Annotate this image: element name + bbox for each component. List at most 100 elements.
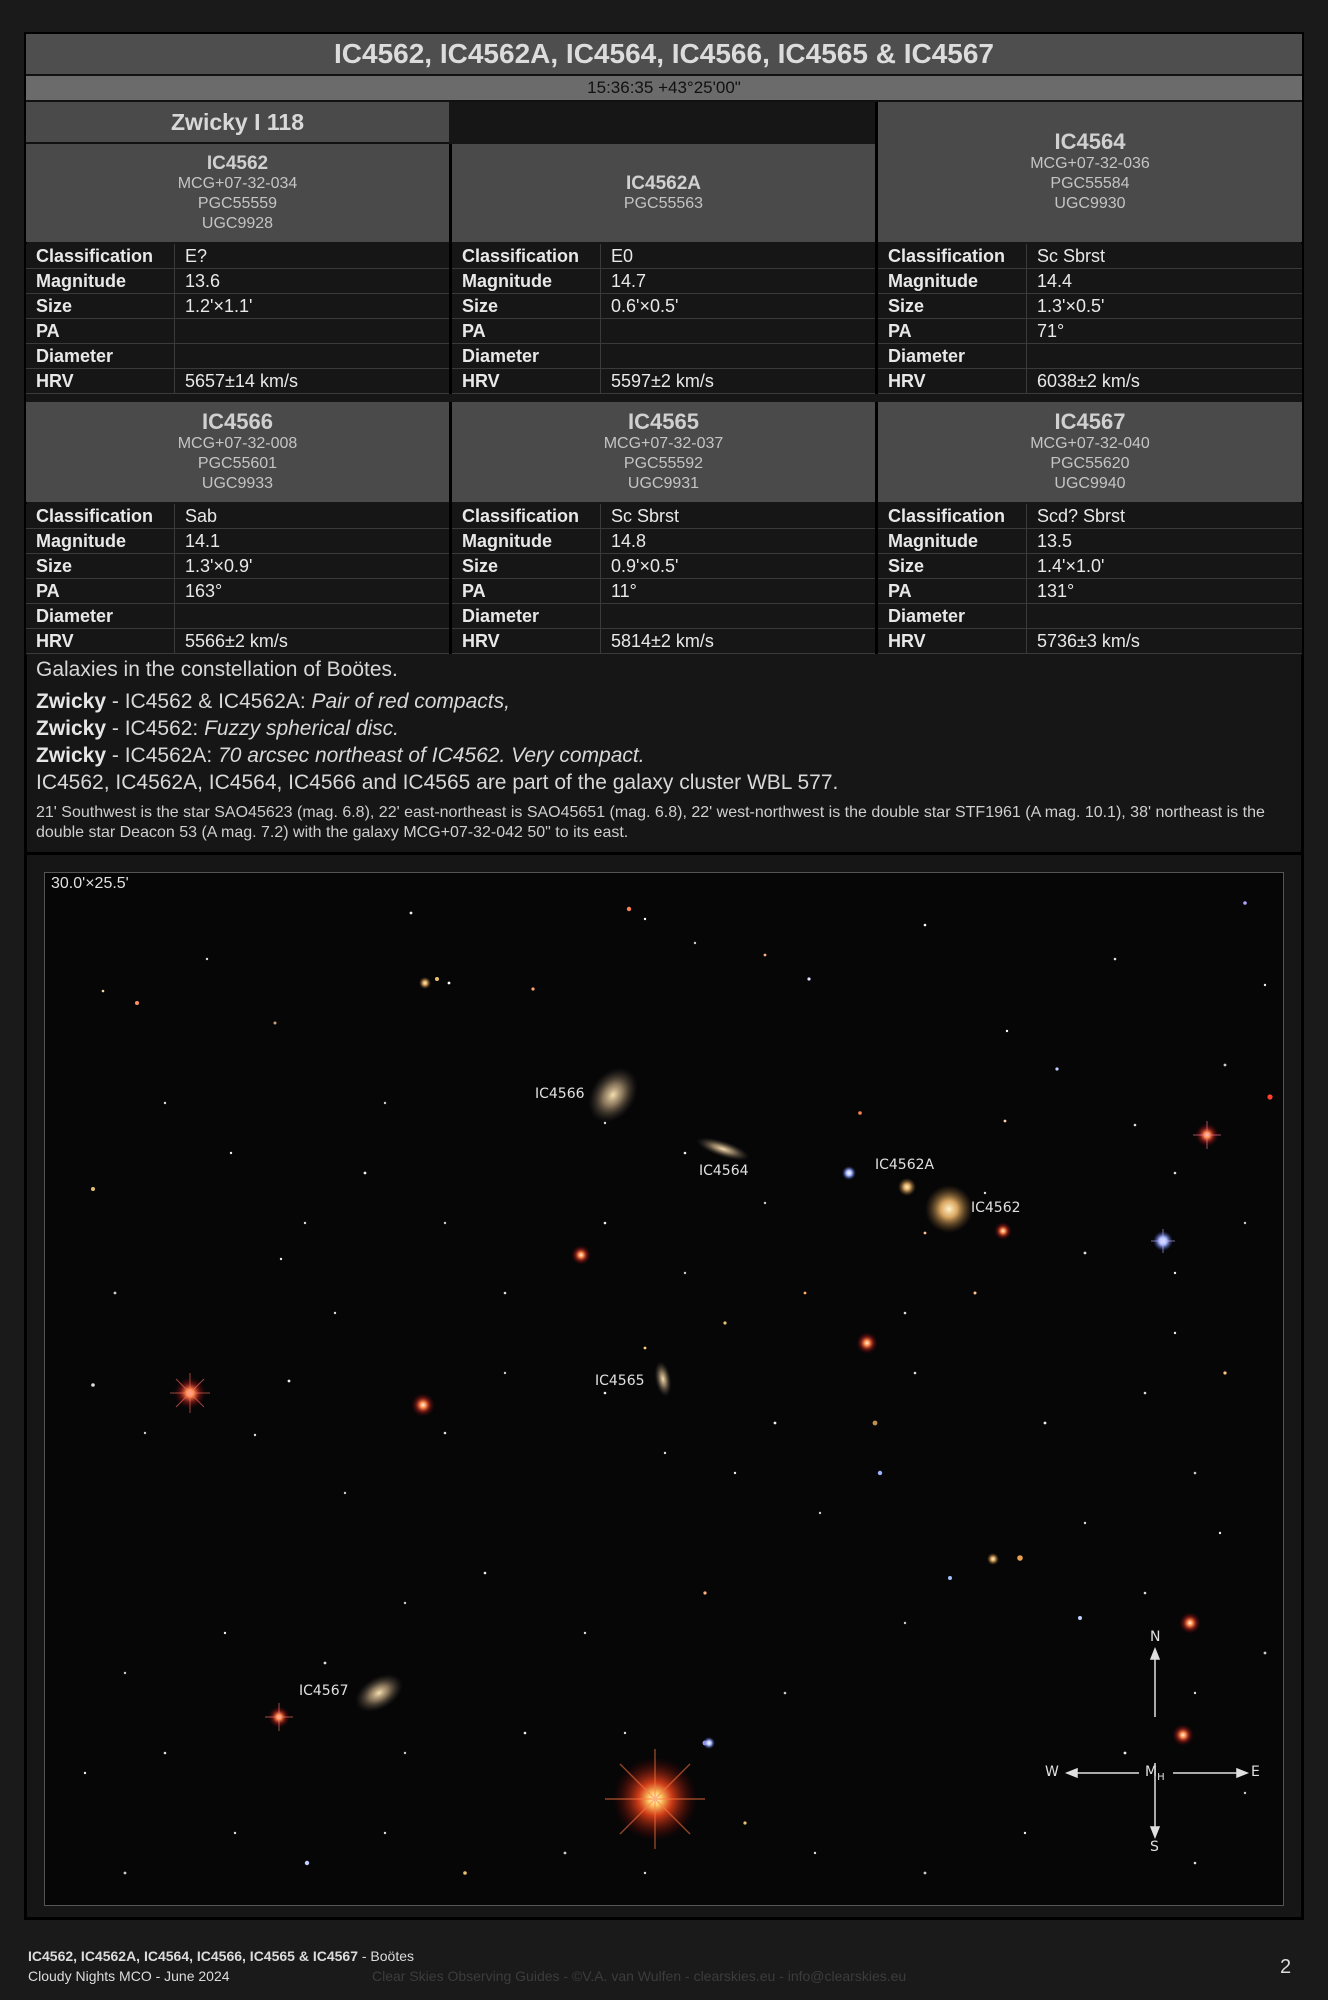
cluster-note: IC4562, IC4562A, IC4564, IC4566 and IC45… xyxy=(36,771,839,794)
property-value: 71° xyxy=(1026,318,1302,344)
property-label: Classification xyxy=(26,504,175,529)
galaxy-label-ic4562: IC4562 xyxy=(971,1200,1021,1216)
property-value: Sab xyxy=(174,504,449,529)
property-value: 14.7 xyxy=(600,268,875,294)
galaxy-name: IC4562A xyxy=(626,172,701,194)
catalog-id: PGC55584 xyxy=(1050,175,1130,192)
properties-table-ic4564: Classification Sc Sbrst Magnitude 14.4 Siz… xyxy=(878,244,1302,394)
property-label: HRV xyxy=(452,628,601,654)
property-label: PA xyxy=(452,578,601,604)
catalog-id: UGC9928 xyxy=(201,214,274,232)
zwicky-note: Zwicky - IC4562: Fuzzy spherical disc. xyxy=(36,715,1296,742)
footer-constellation: - Boötes xyxy=(357,1948,415,1964)
property-value xyxy=(174,343,449,369)
footer-info: IC4562, IC4562A, IC4564, IC4566, IC4565 … xyxy=(28,1946,414,1986)
table-row: Diameter xyxy=(452,343,875,369)
table-row: Diameter xyxy=(452,603,875,629)
property-label: Magnitude xyxy=(26,268,175,294)
galaxy-name: IC4567 xyxy=(1054,409,1126,434)
galaxy-label-ic4565: IC4565 xyxy=(595,1373,645,1389)
table-row: Classification E? xyxy=(26,244,449,269)
property-value xyxy=(1026,603,1302,629)
property-label: PA xyxy=(878,318,1027,344)
coordinates: 15:36:35 +43°25'00" xyxy=(26,76,1302,102)
catalog-id: UGC9933 xyxy=(201,475,274,492)
sky-image: 30.0'×25.5' IC4566 IC4564 IC4562A IC4562… xyxy=(44,872,1284,1906)
property-label: HRV xyxy=(26,368,175,394)
zwicky-subject: - IC4562: xyxy=(106,717,205,740)
zwicky-label: Zwicky xyxy=(36,717,107,740)
property-label: PA xyxy=(26,578,175,604)
zwicky-note: Zwicky - IC4562 & IC4562A: Pair of red c… xyxy=(36,688,1296,715)
catalog-id: PGC55620 xyxy=(1050,455,1130,472)
star-field xyxy=(45,873,1283,1905)
table-row: Classification E0 xyxy=(452,244,875,269)
property-label: Diameter xyxy=(452,343,601,369)
catalog-id: PGC55559 xyxy=(197,194,278,212)
catalog-id: MCG+07-32-036 xyxy=(1030,155,1150,172)
property-label: PA xyxy=(878,578,1027,604)
galaxy-name: IC4565 xyxy=(628,409,699,434)
property-value: 5566±2 km/s xyxy=(174,628,449,654)
property-value: 131° xyxy=(1026,578,1302,604)
property-label: Size xyxy=(26,553,175,579)
table-row: Magnitude 14.8 xyxy=(452,528,875,554)
zwicky-text: Fuzzy spherical disc. xyxy=(204,717,400,740)
table-row: Magnitude 13.5 xyxy=(878,528,1302,554)
compass-south-label: S xyxy=(1150,1839,1159,1855)
properties-table-ic4562: Classification E? Magnitude 13.6 Size 1.2'×… xyxy=(26,244,449,394)
property-label: HRV xyxy=(452,368,601,394)
zwicky-text: Pair of red compacts, xyxy=(311,690,510,713)
zwicky-subject: - IC4562 & IC4562A: xyxy=(106,690,312,713)
property-label: Diameter xyxy=(878,343,1027,369)
galaxy-name: IC4564 xyxy=(1054,129,1126,154)
footer-objects: IC4562, IC4562A, IC4564, IC4566, IC4565 … xyxy=(28,1948,358,1964)
property-value: 5736±3 km/s xyxy=(1026,628,1302,654)
property-label: PA xyxy=(452,318,601,344)
table-row: PA xyxy=(452,318,875,344)
property-label: Diameter xyxy=(26,603,175,629)
zwicky-subject: - IC4562A: xyxy=(106,744,219,767)
property-label: Size xyxy=(26,293,175,319)
compass-west-label: W xyxy=(1045,1764,1059,1780)
page-title: IC4562, IC4562A, IC4564, IC4566, IC4565 … xyxy=(26,34,1302,76)
property-value: 13.5 xyxy=(1026,528,1302,554)
property-label: PA xyxy=(26,318,175,344)
galaxy-ic4562 xyxy=(925,1185,973,1233)
galaxy-header-ic4564: IC4564 MCG+07-32-036 PGC55584 UGC9930 xyxy=(878,102,1302,242)
table-row: Classification Sab xyxy=(26,504,449,529)
footer-credit: Clear Skies Observing Guides - ©V.A. van… xyxy=(372,1968,907,1984)
property-label: HRV xyxy=(878,368,1027,394)
galaxy-header-ic4567: IC4567 MCG+07-32-040 PGC55620 UGC9940 xyxy=(878,402,1302,502)
description: Galaxies in the constellation of Boötes.… xyxy=(36,658,1296,843)
property-value xyxy=(600,318,875,344)
table-row: Diameter xyxy=(878,343,1302,369)
zwicky-text: 70 arcsec northeast of IC4562. Very comp… xyxy=(218,744,645,767)
catalog-id: MCG+07-32-040 xyxy=(1030,435,1150,452)
property-value: 13.6 xyxy=(174,268,449,294)
galaxy-header-ic4566: IC4566 MCG+07-32-008 PGC55601 UGC9933 xyxy=(26,402,449,502)
property-value: 5597±2 km/s xyxy=(600,368,875,394)
property-value: Sc Sbrst xyxy=(1026,244,1302,269)
property-value: 1.3'×0.9' xyxy=(174,553,449,579)
table-row: HRV 5814±2 km/s xyxy=(452,628,875,654)
property-label: Classification xyxy=(26,244,175,269)
footer-title: IC4562, IC4562A, IC4564, IC4566, IC4565 … xyxy=(28,1946,414,1966)
properties-table-ic4567: Classification Scd? Sbrst Magnitude 13.5 S… xyxy=(878,504,1302,654)
table-row: Magnitude 14.7 xyxy=(452,268,875,294)
table-row: Classification Sc Sbrst xyxy=(878,244,1302,269)
property-label: Size xyxy=(452,293,601,319)
compass-center-subscript: H xyxy=(1157,1771,1165,1783)
catalog-id: MCG+07-32-037 xyxy=(603,435,724,452)
property-value xyxy=(174,603,449,629)
catalog-id: PGC55601 xyxy=(197,455,278,472)
column-divider xyxy=(875,102,878,394)
table-row: HRV 5597±2 km/s xyxy=(452,368,875,394)
table-row: Size 0.6'×0.5' xyxy=(452,293,875,319)
table-row: Size 0.9'×0.5' xyxy=(452,553,875,579)
zwicky-note: Zwicky - IC4562A: 70 arcsec northeast of… xyxy=(36,742,1296,769)
table-row: Classification Sc Sbrst xyxy=(452,504,875,529)
compass-north-label: N xyxy=(1150,1629,1161,1645)
property-value: 6038±2 km/s xyxy=(1026,368,1302,394)
galaxy-header-ic4562: IC4562 MCG+07-32-034 PGC55559 UGC9928 xyxy=(26,144,449,242)
